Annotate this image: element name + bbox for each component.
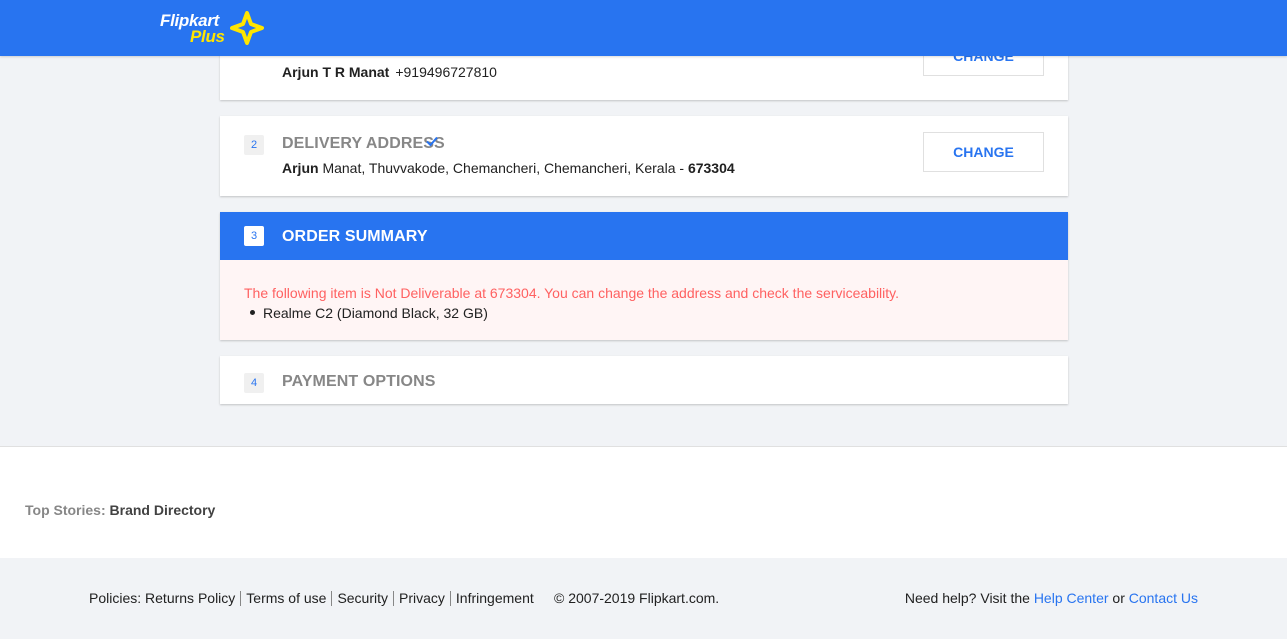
divider — [240, 590, 242, 606]
top-header: Flipkart Plus — [0, 0, 1287, 56]
list-item: Realme C2 (Diamond Black, 32 GB) — [250, 305, 488, 321]
flipkart-plus-logo[interactable]: Flipkart Plus — [160, 11, 264, 47]
step-number: 4 — [244, 373, 264, 393]
payment-step-card: 4 PAYMENT OPTIONS — [220, 356, 1068, 404]
login-info: Arjun T R Manat +919496727810 — [282, 64, 497, 80]
brand-directory-link[interactable]: Brand Directory — [110, 502, 216, 518]
divider — [331, 590, 333, 606]
address-name: Arjun — [282, 160, 319, 176]
help-or: or — [1108, 590, 1129, 606]
copyright: © 2007-2019 Flipkart.com. — [554, 590, 720, 606]
order-summary-card: 3 ORDER SUMMARY The following item is No… — [220, 212, 1068, 340]
help-center-link[interactable]: Help Center — [1034, 590, 1109, 606]
step-title-order-summary: ORDER SUMMARY — [282, 228, 428, 245]
not-deliverable-message: The following item is Not Deliverable at… — [244, 285, 900, 301]
plus-star-icon — [230, 11, 264, 45]
help-prefix: Need help? Visit the — [904, 590, 1034, 606]
divider — [393, 590, 395, 606]
step-title-delivery-address: DELIVERY ADDRESS — [282, 135, 445, 152]
top-stories-section: Top Stories: Brand Directory — [0, 446, 1287, 558]
security-link[interactable]: Security — [337, 590, 388, 606]
change-address-button[interactable]: CHANGE — [923, 132, 1044, 172]
address-text: Manat, Thuvvakode, Chemancheri, Chemanch… — [318, 160, 688, 176]
bullet-icon — [250, 309, 255, 315]
step-number: 2 — [244, 135, 264, 155]
login-name: Arjun T R Manat — [282, 64, 390, 80]
infringement-link[interactable]: Infringement — [456, 590, 534, 606]
login-phone: +919496727810 — [395, 64, 497, 80]
step-number: 3 — [244, 226, 264, 246]
top-stories-label: Top Stories: — [25, 502, 106, 518]
address-line: Arjun Manat, Thuvvakode, Chemancheri, Ch… — [282, 160, 735, 176]
terms-of-use-link[interactable]: Terms of use — [246, 590, 326, 606]
not-deliverable-notice: The following item is Not Deliverable at… — [220, 260, 1068, 340]
divider — [449, 590, 451, 606]
contact-us-link[interactable]: Contact Us — [1129, 590, 1198, 606]
top-stories: Top Stories: Brand Directory — [25, 502, 215, 518]
help-text: Need help? Visit the Help Center or Cont… — [905, 590, 1198, 606]
privacy-link[interactable]: Privacy — [399, 590, 445, 606]
logo-plus-word: Plus — [190, 27, 225, 46]
returns-policy-link[interactable]: Returns Policy — [145, 590, 235, 606]
item-name: Realme C2 (Diamond Black, 32 GB) — [263, 305, 488, 321]
address-pincode: 673304 — [687, 160, 735, 176]
footer: Policies: Returns Policy Terms of use Secu… — [0, 558, 1287, 639]
policies-label: Policies: — [89, 590, 142, 606]
step-title-payment-options: PAYMENT OPTIONS — [282, 373, 436, 390]
checkmark-icon — [426, 136, 438, 147]
address-step-card: 2 DELIVERY ADDRESS Arjun Manat, Thuvvako… — [220, 116, 1068, 196]
order-summary-header: 3 ORDER SUMMARY — [220, 212, 1068, 260]
policies-links: Policies: Returns Policy Terms of use Secu… — [89, 590, 534, 607]
